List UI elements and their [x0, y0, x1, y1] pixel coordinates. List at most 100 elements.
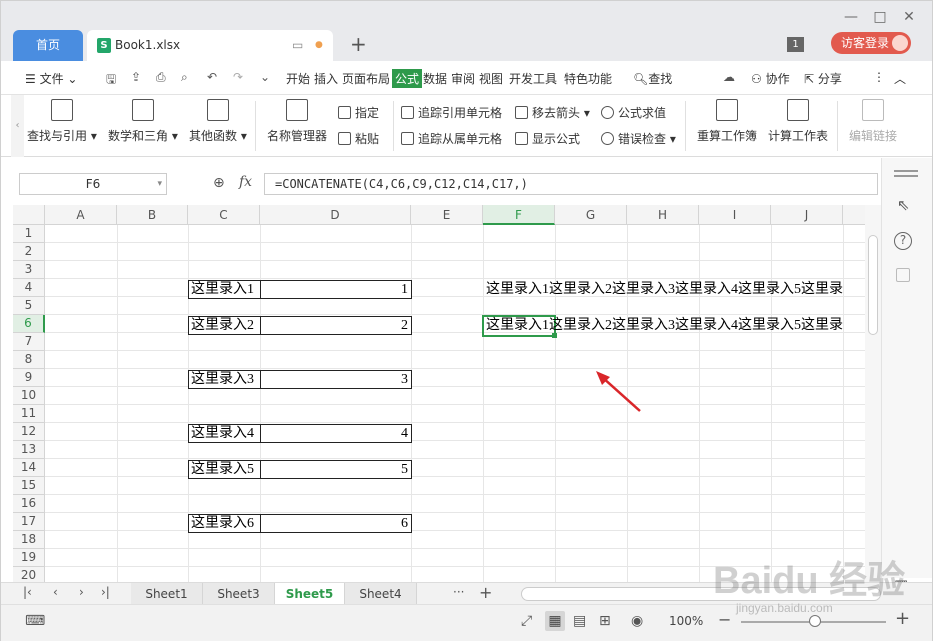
- row-header-20[interactable]: 20: [13, 567, 45, 582]
- zoom-out-icon[interactable]: −: [718, 610, 731, 629]
- column-header-e[interactable]: E: [411, 205, 483, 225]
- remove-arrows-button[interactable]: 移去箭头 ▾: [515, 104, 590, 121]
- minimize-icon[interactable]: —: [841, 9, 861, 25]
- search-button[interactable]: 🔍︎查找: [633, 70, 672, 87]
- menu-view[interactable]: 视图: [479, 70, 503, 87]
- trace-precedents-button[interactable]: 追踪引用单元格: [401, 104, 502, 121]
- close-icon[interactable]: ✕: [899, 9, 919, 25]
- column-header-h[interactable]: H: [627, 205, 699, 225]
- cursor-select-icon[interactable]: ⇖: [897, 196, 910, 214]
- file-menu[interactable]: ☰ 文件 ⌄: [25, 70, 77, 87]
- column-header-a[interactable]: A: [45, 205, 117, 225]
- trace-dependents-button[interactable]: 追踪从属单元格: [401, 130, 502, 147]
- fx-icon[interactable]: fx: [239, 174, 252, 190]
- recalc-workbook-button[interactable]: 重算工作簿: [697, 99, 757, 144]
- menu-developer[interactable]: 开发工具: [509, 70, 557, 87]
- row-header-10[interactable]: 10: [13, 387, 45, 405]
- row-header-1[interactable]: 1: [13, 225, 45, 243]
- page-layout-view-icon[interactable]: ▤: [573, 613, 586, 629]
- select-all-corner[interactable]: [13, 205, 45, 225]
- menu-data[interactable]: 数据: [423, 70, 447, 87]
- menu-lines-icon[interactable]: [894, 170, 918, 172]
- row-header-18[interactable]: 18: [13, 531, 45, 549]
- row-header-12[interactable]: 12: [13, 423, 45, 441]
- column-header-b[interactable]: B: [117, 205, 188, 225]
- new-tab-button[interactable]: +: [350, 32, 367, 56]
- column-header-j[interactable]: J: [771, 205, 843, 225]
- row-header-4[interactable]: 4: [13, 279, 45, 297]
- column-header-g[interactable]: G: [555, 205, 627, 225]
- zoom-search-icon[interactable]: ⊕: [213, 175, 225, 191]
- sheet-tab-sheet5[interactable]: Sheet5: [275, 583, 345, 605]
- cell-c4[interactable]: 这里录入1: [188, 280, 261, 299]
- cell-c14[interactable]: 这里录入5: [188, 460, 261, 479]
- cell-c17[interactable]: 这里录入6: [188, 514, 261, 533]
- lookup-button[interactable]: 查找与引用 ▾: [27, 99, 97, 144]
- undo-icon[interactable]: ↶: [207, 70, 217, 84]
- calc-sheet-button[interactable]: 计算工作表: [768, 99, 828, 144]
- maximize-icon[interactable]: □: [870, 9, 890, 25]
- preview-icon[interactable]: ⌕: [181, 70, 188, 85]
- cell-d12[interactable]: 4: [260, 424, 412, 443]
- save-icon[interactable]: 🖫: [106, 70, 116, 91]
- more-menu-icon[interactable]: ⋮: [873, 70, 885, 84]
- row-header-7[interactable]: 7: [13, 333, 45, 351]
- collab-button[interactable]: ⚇ 协作: [751, 70, 790, 87]
- cell-c6[interactable]: 这里录入2: [188, 316, 261, 335]
- cell-d4[interactable]: 1: [260, 280, 412, 299]
- collapse-ribbon-icon[interactable]: ︿: [894, 70, 906, 87]
- next-sheet-icon[interactable]: ›: [79, 585, 84, 599]
- cell-f6[interactable]: 这里录入1这里录入2这里录入3这里录入4这里录入5这里录: [486, 317, 843, 334]
- share-button[interactable]: ⇱ 分享: [804, 70, 842, 87]
- row-header-19[interactable]: 19: [13, 549, 45, 567]
- first-sheet-icon[interactable]: |‹: [23, 585, 32, 599]
- column-header-c[interactable]: C: [188, 205, 260, 225]
- formula-input[interactable]: =CONCATENATE(C4,C6,C9,C12,C14,C17,): [264, 173, 878, 195]
- fit-screen-icon[interactable]: ⤢: [521, 613, 532, 629]
- cell-d17[interactable]: 6: [260, 514, 412, 533]
- row-header-15[interactable]: 15: [13, 477, 45, 495]
- scroll-thumb[interactable]: [868, 235, 878, 335]
- column-header-i[interactable]: I: [699, 205, 771, 225]
- spreadsheet-grid[interactable]: A B C D E F G H I J 这里录入1 1 这里录入2 2 这里录入…: [13, 205, 865, 582]
- tab-home[interactable]: 首页: [13, 30, 83, 61]
- macro-record-icon[interactable]: ⌨: [25, 613, 45, 629]
- window-count-badge[interactable]: 1: [787, 37, 804, 52]
- last-sheet-icon[interactable]: ›|: [101, 585, 110, 599]
- normal-view-icon[interactable]: ▦: [545, 611, 565, 631]
- specify-button[interactable]: 指定: [338, 104, 379, 121]
- error-check-button[interactable]: 错误检查 ▾: [601, 130, 676, 147]
- row-header-11[interactable]: 11: [13, 405, 45, 423]
- cell-c9[interactable]: 这里录入3: [188, 370, 261, 389]
- zoom-in-icon[interactable]: +: [895, 608, 910, 629]
- menu-insert[interactable]: 插入: [314, 70, 338, 87]
- row-header-14[interactable]: 14: [13, 459, 45, 477]
- login-button[interactable]: 访客登录: [831, 32, 911, 54]
- sheet-tab-sheet1[interactable]: Sheet1: [131, 583, 203, 605]
- export-icon[interactable]: ⇪: [131, 70, 141, 84]
- menu-start[interactable]: 开始: [286, 70, 310, 87]
- vertical-scrollbar[interactable]: [865, 205, 881, 582]
- cell-d9[interactable]: 3: [260, 370, 412, 389]
- name-box[interactable]: F6 ▾: [19, 173, 167, 195]
- prev-sheet-icon[interactable]: ‹: [53, 585, 58, 599]
- more-dropdown-icon[interactable]: ⌄: [260, 70, 270, 84]
- page-break-view-icon[interactable]: ⊞: [599, 613, 611, 629]
- menu-page-layout[interactable]: 页面布局: [342, 70, 390, 87]
- row-header-6[interactable]: 6: [13, 315, 45, 333]
- comment-icon[interactable]: [896, 268, 910, 282]
- sheet-tab-sheet4[interactable]: Sheet4: [345, 583, 417, 605]
- row-header-16[interactable]: 16: [13, 495, 45, 513]
- column-header-f[interactable]: F: [483, 205, 555, 225]
- print-icon[interactable]: ⎙: [156, 70, 166, 85]
- cell-d14[interactable]: 5: [260, 460, 412, 479]
- row-header-9[interactable]: 9: [13, 369, 45, 387]
- row-header-3[interactable]: 3: [13, 261, 45, 279]
- redo-icon[interactable]: ↷: [233, 70, 243, 84]
- add-sheet-icon[interactable]: +: [479, 583, 492, 602]
- evaluate-formula-button[interactable]: 公式求值: [601, 104, 666, 121]
- row-header-8[interactable]: 8: [13, 351, 45, 369]
- zoom-slider-thumb[interactable]: [809, 615, 821, 627]
- menu-features[interactable]: 特色功能: [564, 70, 612, 87]
- row-header-5[interactable]: 5: [13, 297, 45, 315]
